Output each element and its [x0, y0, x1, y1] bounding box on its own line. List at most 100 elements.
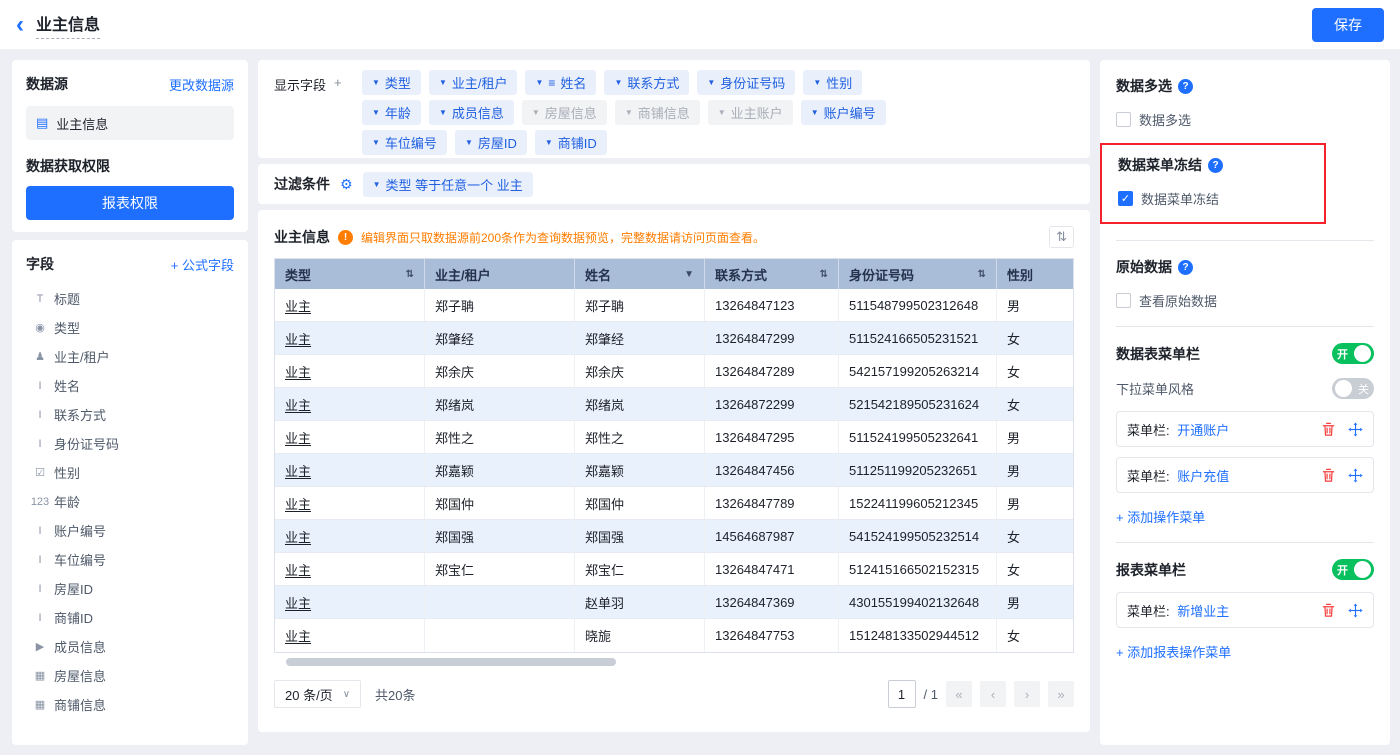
current-page-box[interactable]: 1 — [888, 680, 916, 708]
display-field-chips: ▼ 类型 ▼ 业主/租户 ▼ ≡ 姓名 ▼ 联系方式 ▼ — [362, 70, 894, 160]
cell-contact: 14564687987 — [705, 520, 839, 552]
page-size-select[interactable]: 20 条/页 ∨ — [274, 680, 361, 708]
table-sort-button[interactable]: ⇅ — [1049, 226, 1074, 248]
column-header[interactable]: 业主/租户 — [425, 259, 575, 289]
field-item[interactable]: I 姓名 — [26, 371, 234, 400]
page-title[interactable]: 业主信息 — [36, 11, 100, 39]
column-header[interactable]: 类型 ⇅ — [275, 259, 425, 289]
column-label: 姓名 — [585, 265, 611, 284]
cell-type[interactable]: 业主 — [275, 421, 425, 453]
field-item[interactable]: 123 年龄 — [26, 487, 234, 516]
add-formula-field-link[interactable]: + 公式字段 — [171, 255, 234, 274]
field-item[interactable]: ☑ 性别 — [26, 458, 234, 487]
checkbox-checked[interactable]: ✓ — [1118, 191, 1133, 206]
cell-type[interactable]: 业主 — [275, 454, 425, 486]
add-display-field-button[interactable]: + — [334, 75, 342, 160]
display-field-chip[interactable]: ▼ 房屋ID — [455, 130, 527, 155]
filter-condition-chip[interactable]: ▼ 类型 等于任意一个 业主 — [363, 172, 533, 197]
delete-menu-button[interactable] — [1321, 422, 1336, 437]
menu-item-name[interactable]: 账户充值 — [1177, 469, 1229, 484]
column-header[interactable]: 性别 — [997, 259, 1074, 289]
prev-page-button[interactable]: ‹ — [980, 681, 1006, 707]
add-report-menu-link[interactable]: + 添加报表操作菜单 — [1116, 642, 1231, 661]
cell-owner-tenant: 郑子聃 — [425, 289, 575, 321]
field-item[interactable]: ▦ 商铺信息 — [26, 690, 234, 719]
cell-type[interactable]: 业主 — [275, 289, 425, 321]
display-field-chip[interactable]: ▼ 业主/租户 — [429, 70, 518, 95]
help-icon[interactable]: ? — [1208, 158, 1223, 173]
field-item[interactable]: I 商铺ID — [26, 603, 234, 632]
delete-menu-button[interactable] — [1321, 603, 1336, 618]
display-field-chip[interactable]: ▼ 账户编号 — [801, 100, 886, 125]
field-item[interactable]: I 账户编号 — [26, 516, 234, 545]
field-item[interactable]: I 身份证号码 — [26, 429, 234, 458]
display-field-chip[interactable]: ▼ ≡ 姓名 — [525, 70, 596, 95]
report-menu-toggle[interactable]: 开 — [1332, 559, 1374, 580]
cell-type[interactable]: 业主 — [275, 520, 425, 552]
display-field-chip[interactable]: ▼ 性别 — [803, 70, 862, 95]
report-permission-button[interactable]: 报表权限 — [26, 186, 234, 220]
field-item[interactable]: T 标题 — [26, 284, 234, 313]
display-field-chip[interactable]: ▼ 成员信息 — [429, 100, 514, 125]
cell-type[interactable]: 业主 — [275, 355, 425, 387]
field-item[interactable]: ▦ 房屋信息 — [26, 661, 234, 690]
display-field-chip[interactable]: ▼ 类型 — [362, 70, 421, 95]
checkbox-unchecked[interactable] — [1116, 293, 1131, 308]
display-field-chip[interactable]: ▼ 车位编号 — [362, 130, 447, 155]
help-icon[interactable]: ? — [1178, 260, 1193, 275]
sort-indicator-icon: ⇅ — [820, 269, 828, 280]
change-datasource-link[interactable]: 更改数据源 — [169, 75, 234, 94]
column-header[interactable]: 身份证号码 ⇅ — [839, 259, 997, 289]
last-page-button[interactable]: » — [1048, 681, 1074, 707]
field-item[interactable]: I 联系方式 — [26, 400, 234, 429]
filter-settings-icon[interactable]: ⚙ — [340, 176, 353, 193]
save-button[interactable]: 保存 — [1312, 8, 1384, 42]
cell-type[interactable]: 业主 — [275, 388, 425, 420]
menu-item-name[interactable]: 新增业主 — [1177, 604, 1229, 619]
display-field-chip[interactable]: ▼ 房屋信息 — [522, 100, 607, 125]
raw-data-checkbox-row[interactable]: 查看原始数据 — [1116, 291, 1374, 310]
delete-menu-button[interactable] — [1321, 468, 1336, 483]
help-icon[interactable]: ? — [1178, 79, 1193, 94]
scrollbar-thumb[interactable] — [286, 658, 616, 666]
field-list: T 标题 ◉ 类型 ♟ 业主/租户 I 姓名 I 联系方式 I 身份证号码 ☑ … — [26, 284, 234, 719]
checkbox-unchecked[interactable] — [1116, 112, 1131, 127]
chevron-down-icon: ∨ — [343, 689, 350, 700]
field-item[interactable]: ♟ 业主/租户 — [26, 342, 234, 371]
move-menu-button[interactable] — [1348, 468, 1363, 483]
field-item[interactable]: I 房屋ID — [26, 574, 234, 603]
multi-select-checkbox-row[interactable]: 数据多选 — [1116, 110, 1374, 129]
display-field-chip[interactable]: ▼ 业主账户 — [708, 100, 793, 125]
field-label: 商铺ID — [54, 608, 93, 627]
cell-name: 晓旎 — [575, 619, 705, 652]
field-item[interactable]: I 车位编号 — [26, 545, 234, 574]
display-field-chip[interactable]: ▼ 商铺ID — [535, 130, 607, 155]
cell-contact: 13264872299 — [705, 388, 839, 420]
cell-type[interactable]: 业主 — [275, 553, 425, 585]
menu-freeze-checkbox-row[interactable]: ✓ 数据菜单冻结 — [1118, 189, 1312, 208]
cell-type[interactable]: 业主 — [275, 322, 425, 354]
add-menu-link[interactable]: + 添加操作菜单 — [1116, 507, 1205, 526]
display-field-chip[interactable]: ▼ 联系方式 — [604, 70, 689, 95]
first-page-button[interactable]: « — [946, 681, 972, 707]
sort-indicator-icon: ▼ — [684, 269, 694, 280]
display-field-chip[interactable]: ▼ 商铺信息 — [615, 100, 700, 125]
next-page-button[interactable]: › — [1014, 681, 1040, 707]
field-item[interactable]: ▶ 成员信息 — [26, 632, 234, 661]
cell-type[interactable]: 业主 — [275, 619, 425, 652]
display-field-chip[interactable]: ▼ 身份证号码 — [697, 70, 795, 95]
display-field-chip[interactable]: ▼ 年龄 — [362, 100, 421, 125]
field-item[interactable]: ◉ 类型 — [26, 313, 234, 342]
move-menu-button[interactable] — [1348, 603, 1363, 618]
back-icon[interactable]: ‹ — [16, 13, 24, 37]
column-header[interactable]: 姓名 ▼ — [575, 259, 705, 289]
cell-contact: 13264847295 — [705, 421, 839, 453]
cell-type[interactable]: 业主 — [275, 586, 425, 618]
dropdown-style-toggle[interactable]: 关 — [1332, 378, 1374, 399]
cell-type[interactable]: 业主 — [275, 487, 425, 519]
column-header[interactable]: 联系方式 ⇅ — [705, 259, 839, 289]
datasource-item[interactable]: ▤ 业主信息 — [26, 106, 234, 140]
menu-item-name[interactable]: 开通账户 — [1177, 423, 1229, 438]
table-menu-toggle[interactable]: 开 — [1332, 343, 1374, 364]
move-menu-button[interactable] — [1348, 422, 1363, 437]
